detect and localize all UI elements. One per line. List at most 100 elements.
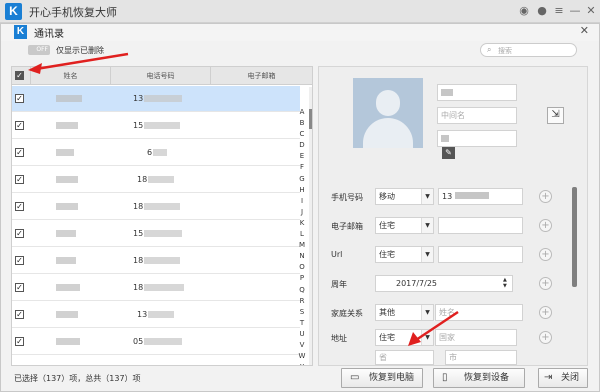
contact-phone: 13 — [137, 310, 148, 319]
index-letter[interactable]: V — [296, 340, 308, 351]
index-letter[interactable]: J — [296, 207, 308, 218]
add-address-icon[interactable]: + — [539, 331, 552, 344]
row-checkbox[interactable]: ✓ — [15, 121, 24, 130]
add-url-icon[interactable]: + — [539, 248, 552, 261]
index-letter[interactable]: O — [296, 262, 308, 273]
row-checkbox[interactable]: ✓ — [15, 310, 24, 319]
table-row[interactable]: ✓ 15 — [12, 221, 300, 247]
email-type-select[interactable]: 住宅 ▼ — [375, 217, 434, 234]
last-name-field[interactable] — [437, 130, 517, 147]
relation-type-select[interactable]: 其他 ▼ — [375, 304, 434, 321]
wechat-icon[interactable]: ◉ — [517, 4, 531, 18]
close-label: 关闭 — [561, 373, 580, 383]
middle-name-field[interactable]: 中间名 — [437, 107, 517, 124]
index-letter[interactable]: U — [296, 329, 308, 340]
device-icon: ▯ — [442, 372, 448, 383]
table-scrollbar[interactable] — [309, 87, 312, 365]
close-icon[interactable]: ✕ — [584, 4, 598, 18]
add-phone-icon[interactable]: + — [539, 190, 552, 203]
index-letter[interactable]: K — [296, 218, 308, 229]
index-letter[interactable]: D — [296, 140, 308, 151]
minimize-icon[interactable]: — — [568, 4, 582, 18]
edit-avatar-icon[interactable]: ✎ — [442, 147, 455, 159]
phone-type-select[interactable]: 移动 ▼ — [375, 188, 434, 205]
dialog-close-icon[interactable]: ✕ — [580, 24, 589, 37]
contact-name-blurred — [56, 122, 78, 129]
exit-icon: ⇥ — [544, 372, 553, 383]
detail-scrollbar[interactable] — [572, 187, 577, 287]
row-checkbox[interactable]: ✓ — [15, 256, 24, 265]
select-all-checkbox[interactable]: ✓ — [15, 71, 24, 80]
index-letter[interactable]: R — [296, 296, 308, 307]
index-letter[interactable]: P — [296, 273, 308, 284]
table-row[interactable]: ✓ 18 — [12, 275, 300, 301]
index-letter[interactable]: E — [296, 151, 308, 162]
index-letter[interactable]: I — [296, 196, 308, 207]
first-name-field[interactable] — [437, 84, 517, 101]
table-row[interactable]: ✓ 15 — [12, 113, 300, 139]
country-field[interactable]: 国家 — [435, 329, 517, 346]
index-letter[interactable]: L — [296, 229, 308, 240]
export-vcard-button[interactable]: ⇲ — [547, 107, 564, 124]
relation-name-field[interactable]: 姓名 — [435, 304, 523, 321]
url-field[interactable] — [438, 246, 523, 263]
date-spinner-icon[interactable]: ▲ ▼ — [503, 277, 511, 290]
table-row[interactable]: ✓ 13 — [12, 86, 300, 112]
index-letter[interactable]: B — [296, 118, 308, 129]
anniversary-date-field[interactable]: 2017/7/25 ▲ ▼ — [375, 275, 513, 292]
column-header-name[interactable]: 姓名 — [30, 67, 110, 85]
address-type-select[interactable]: 住宅 ▼ — [375, 329, 434, 346]
restore-to-device-label: 恢复到设备 — [464, 373, 510, 383]
contact-avatar: ✎ — [353, 78, 455, 159]
row-checkbox[interactable]: ✓ — [15, 283, 24, 292]
anniversary-label: 周年 — [331, 280, 347, 289]
close-button[interactable]: ⇥ 关闭 — [538, 368, 588, 388]
index-letter[interactable]: G — [296, 174, 308, 185]
table-row[interactable]: ✓ 18 — [12, 248, 300, 274]
show-deleted-toggle[interactable]: OFF — [28, 45, 50, 55]
menu-icon[interactable]: ≡ — [552, 4, 566, 18]
index-letter[interactable]: C — [296, 129, 308, 140]
index-letter[interactable]: A — [296, 107, 308, 118]
table-scroll-thumb[interactable] — [309, 109, 312, 129]
province-field[interactable]: 省 — [375, 350, 434, 365]
table-row[interactable]: ✓ 6 — [12, 140, 300, 166]
column-header-email[interactable]: 电子邮箱 — [210, 67, 312, 85]
table-row[interactable]: ✓ 05 — [12, 329, 300, 355]
index-letter[interactable]: F — [296, 162, 308, 173]
table-row[interactable]: ✓ 18 — [12, 194, 300, 220]
column-header-phone[interactable]: 电话号码 — [110, 67, 210, 85]
index-letter[interactable]: N — [296, 251, 308, 262]
index-letter[interactable]: H — [296, 185, 308, 196]
contact-phone: 18 — [133, 202, 144, 211]
row-checkbox[interactable]: ✓ — [15, 202, 24, 211]
index-letter[interactable]: X — [296, 362, 308, 365]
index-letter[interactable]: T — [296, 318, 308, 329]
table-row[interactable]: ✓ 18 — [12, 167, 300, 193]
url-type-select[interactable]: 住宅 ▼ — [375, 246, 434, 263]
row-checkbox[interactable]: ✓ — [15, 229, 24, 238]
chevron-down-icon: ▼ — [421, 189, 433, 204]
row-checkbox[interactable]: ✓ — [15, 337, 24, 346]
search-input[interactable]: ⌕ 搜索 — [480, 43, 577, 57]
row-checkbox[interactable]: ✓ — [15, 175, 24, 184]
app-window: K 开心手机恢复大师 ◉ ● ≡ — ✕ K 通讯录 ✕ OFF 仅显示已删除 … — [0, 0, 600, 392]
index-letter[interactable]: M — [296, 240, 308, 251]
row-checkbox[interactable]: ✓ — [15, 94, 24, 103]
add-email-icon[interactable]: + — [539, 219, 552, 232]
table-row[interactable]: ✓ 13 — [12, 302, 300, 328]
restore-to-computer-button[interactable]: ▭ 恢复到电脑 — [341, 368, 423, 388]
row-checkbox[interactable]: ✓ — [15, 148, 24, 157]
alphabet-index: A B C D E F G H I J K L M N O P Q R S T — [296, 107, 308, 365]
add-anniversary-icon[interactable]: + — [539, 277, 552, 290]
chevron-down-icon: ▼ — [421, 305, 433, 320]
phone-number-field[interactable]: 13 — [438, 188, 523, 205]
index-letter[interactable]: W — [296, 351, 308, 362]
add-relation-icon[interactable]: + — [539, 306, 552, 319]
chat-icon[interactable]: ● — [535, 4, 549, 18]
index-letter[interactable]: Q — [296, 285, 308, 296]
index-letter[interactable]: S — [296, 307, 308, 318]
restore-to-device-button[interactable]: ▯ 恢复到设备 — [433, 368, 525, 388]
email-field[interactable] — [438, 217, 523, 234]
city-field[interactable]: 市 — [445, 350, 517, 365]
